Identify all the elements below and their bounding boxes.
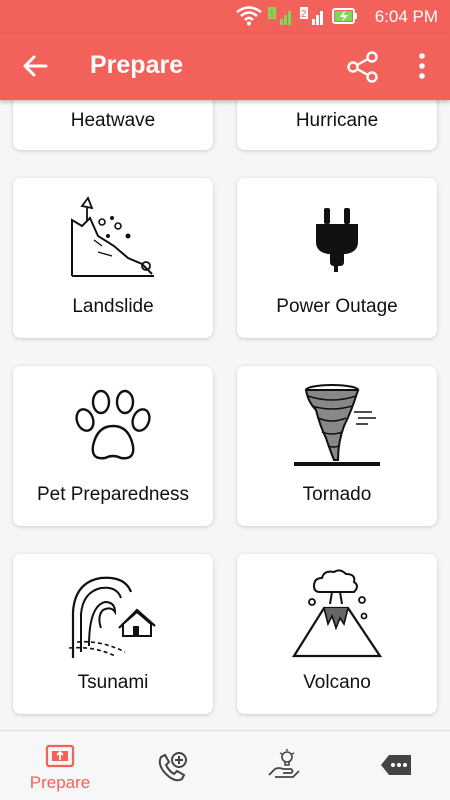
status-time: 6:04 PM	[374, 7, 438, 26]
share-icon[interactable]	[346, 50, 380, 84]
landslide-icon	[71, 196, 154, 277]
bottom-nav: Prepare	[0, 730, 450, 800]
wifi-icon	[236, 6, 262, 26]
nav-prepare[interactable]: Prepare	[4, 731, 116, 800]
battery-charging-icon	[332, 8, 357, 24]
app-bar: Prepare	[0, 33, 450, 100]
tsunami-icon	[68, 576, 156, 658]
card-hurricane[interactable]: Hurricane	[237, 100, 437, 150]
prepare-icon	[45, 744, 75, 768]
tornado-icon	[294, 384, 380, 466]
card-tornado[interactable]: Tornado	[237, 366, 437, 526]
sim2-label: 2	[301, 9, 307, 20]
volcano-icon	[292, 569, 382, 658]
disaster-grid: Heatwave Hurricane Landslide Power Outag…	[0, 100, 450, 730]
paw-icon	[75, 389, 151, 460]
card-label: Pet Preparedness	[36, 484, 190, 505]
hand-lightbulb-icon	[268, 749, 300, 778]
card-label: Tornado	[302, 484, 372, 505]
nav-more[interactable]	[340, 731, 450, 800]
card-tsunami[interactable]: Tsunami	[13, 554, 213, 714]
card-label: Hurricane	[295, 110, 379, 131]
nav-contacts[interactable]	[116, 731, 228, 800]
power-plug-icon	[316, 208, 358, 272]
card-label: Landslide	[72, 296, 154, 317]
card-label: Heatwave	[70, 110, 156, 131]
back-arrow-icon[interactable]	[20, 51, 50, 81]
more-vert-icon[interactable]	[410, 51, 434, 81]
card-volcano[interactable]: Volcano	[237, 554, 437, 714]
card-label: Tsunami	[77, 672, 149, 693]
signal-sim2-icon: 2	[300, 7, 323, 25]
sim1-label: 1	[269, 9, 275, 20]
card-label: Volcano	[303, 672, 371, 693]
status-bar: 1 2 6:04 PM	[0, 0, 450, 33]
nav-prepare-label: Prepare	[29, 773, 91, 792]
card-heatwave[interactable]: Heatwave	[13, 100, 213, 150]
card-landslide[interactable]: Landslide	[13, 178, 213, 338]
more-tag-icon	[381, 755, 411, 775]
card-label: Power Outage	[276, 296, 398, 317]
status-icons: 1 2	[236, 5, 358, 27]
phone-add-icon	[158, 752, 187, 782]
card-pet-preparedness[interactable]: Pet Preparedness	[13, 366, 213, 526]
page-title: Prepare	[90, 51, 184, 79]
nav-tips[interactable]	[228, 731, 340, 800]
signal-sim1-icon: 1	[268, 7, 291, 25]
card-power-outage[interactable]: Power Outage	[237, 178, 437, 338]
